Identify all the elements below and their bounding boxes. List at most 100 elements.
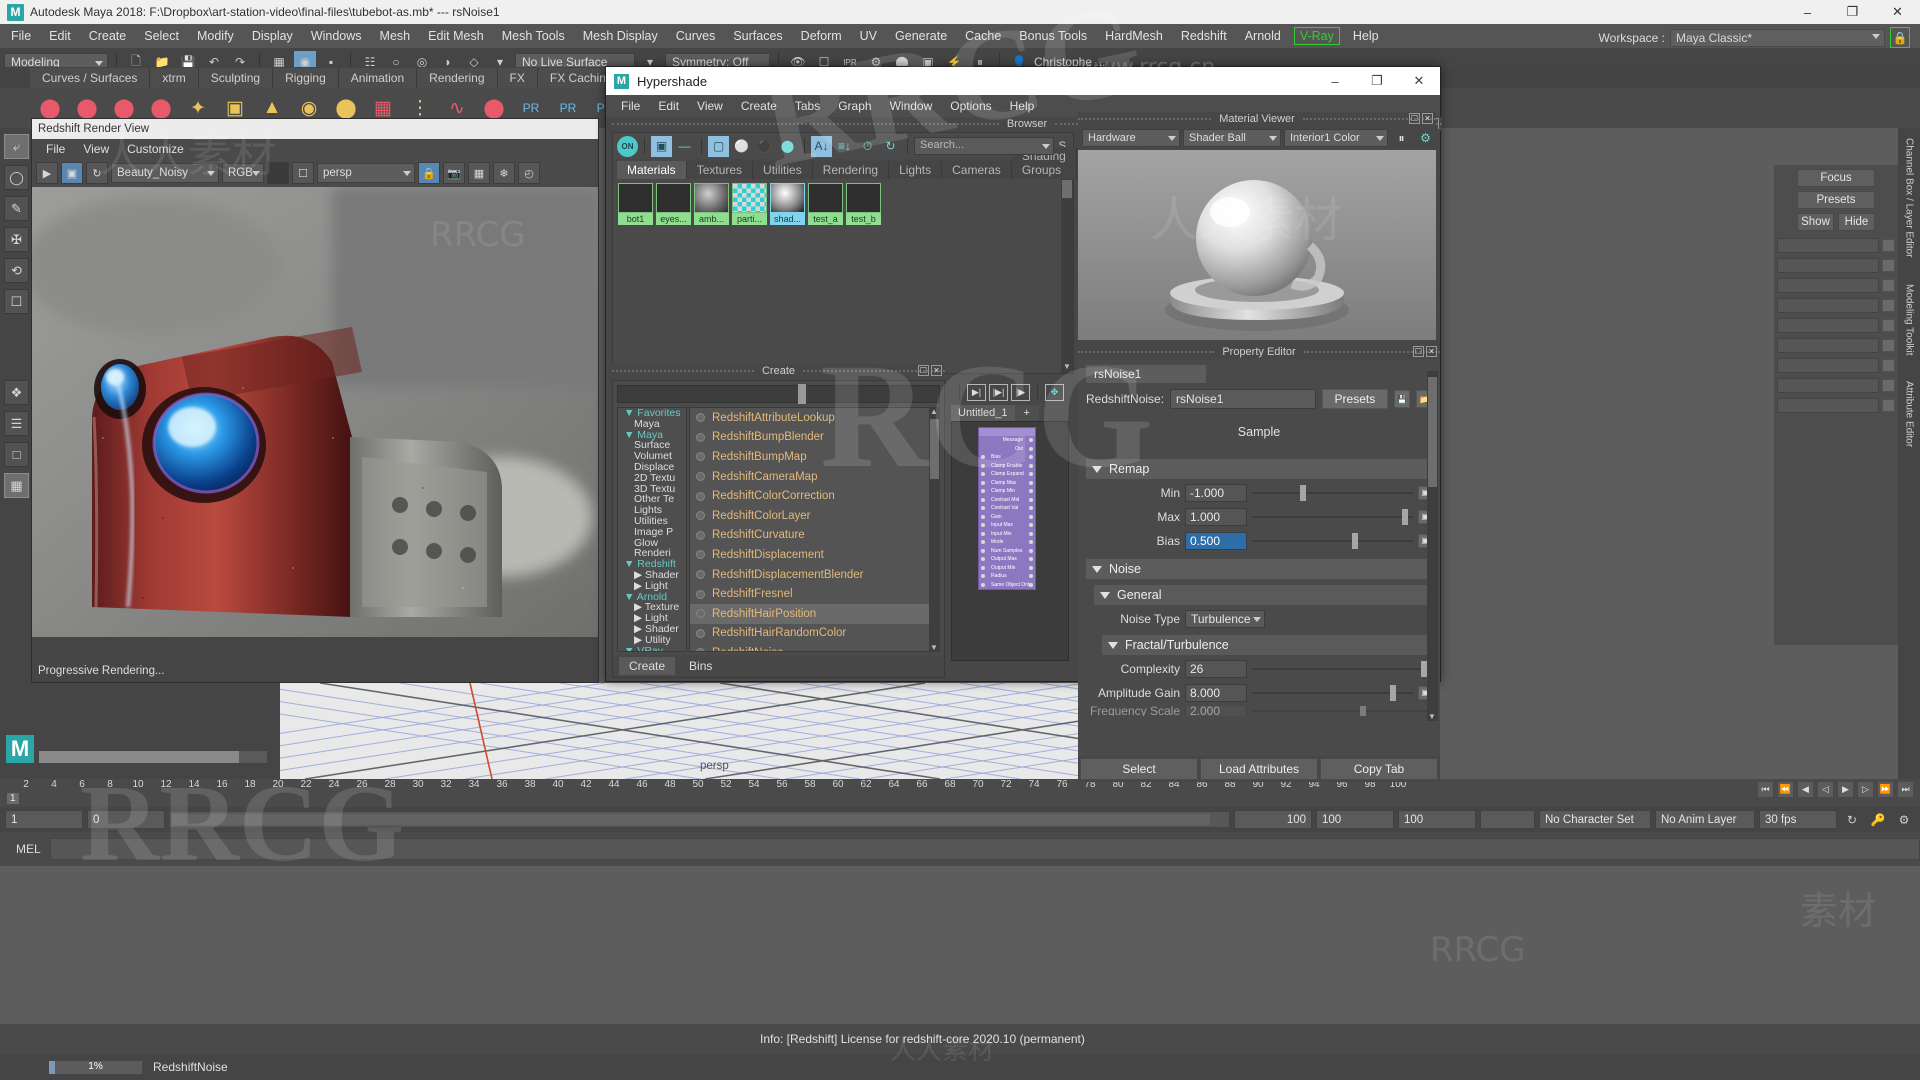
port-output-dot[interactable]: [1029, 438, 1033, 442]
graph-node-port[interactable]: Bias: [979, 453, 1035, 462]
sort-type-icon[interactable]: ≡↓: [834, 136, 855, 157]
create-node-item[interactable]: RedshiftHairPosition: [690, 603, 938, 624]
port-input-dot[interactable]: [981, 582, 985, 587]
tab-utilities[interactable]: Utilities: [753, 161, 813, 179]
hs-menu-view[interactable]: View: [688, 97, 732, 115]
graph-node-port[interactable]: Output Max: [979, 555, 1035, 564]
menu-arnold[interactable]: Arnold: [1236, 26, 1290, 46]
port-input-dot[interactable]: [981, 455, 985, 459]
undock-icon[interactable]: ☐: [1413, 346, 1424, 357]
create-tree-item[interactable]: Image P: [618, 526, 686, 538]
port-output-dot[interactable]: [1029, 463, 1033, 468]
renderer-dropdown[interactable]: Hardware: [1082, 129, 1180, 147]
create-node-list[interactable]: RedshiftAttributeLookup RedshiftBumpBlend…: [689, 407, 939, 652]
lock-render-icon[interactable]: 🔒: [418, 162, 440, 184]
graph-output-connections-icon[interactable]: |▶: [1011, 383, 1030, 401]
menu-cache[interactable]: Cache: [956, 26, 1010, 46]
sort-reverse-icon[interactable]: ↻: [880, 136, 901, 157]
create-node-item[interactable]: RedshiftCameraMap: [690, 467, 938, 487]
step-back-key-icon[interactable]: ⏪: [1777, 781, 1794, 798]
section-noise[interactable]: Noise: [1086, 559, 1432, 579]
menu-bonus-tools[interactable]: Bonus Tools: [1010, 26, 1096, 46]
material-swatch[interactable]: amb...: [694, 183, 729, 225]
render-view-menu-view[interactable]: View: [74, 140, 118, 158]
port-input-dot[interactable]: [981, 480, 985, 485]
anim-start-field[interactable]: 0: [87, 810, 165, 829]
port-input-dot[interactable]: [981, 540, 985, 544]
material-swatch-selected[interactable]: shad...: [770, 183, 805, 225]
swatch-size-large-icon[interactable]: ⚫: [754, 136, 775, 157]
dock-tab-channel-box[interactable]: Channel Box / Layer Editor: [1904, 138, 1915, 258]
tab-rendering[interactable]: Rendering: [812, 161, 890, 179]
mel-input[interactable]: [50, 838, 1920, 860]
attribute-row[interactable]: [1774, 235, 1898, 255]
step-forward-icon[interactable]: ▷: [1857, 781, 1874, 798]
camera-dropdown[interactable]: persp: [317, 163, 415, 183]
menu-mesh-tools[interactable]: Mesh Tools: [493, 26, 574, 46]
auto-key-icon[interactable]: 🔑: [1867, 809, 1889, 831]
create-tree-item[interactable]: ▼ VRay: [618, 645, 686, 651]
lasso-tool-icon[interactable]: ◯: [4, 165, 29, 190]
hs-menu-graph[interactable]: Graph: [829, 97, 880, 115]
go-to-start-icon[interactable]: ⏮: [1757, 781, 1774, 798]
region-tool-icon[interactable]: ◴: [518, 162, 540, 184]
create-node-item[interactable]: RedshiftAttributeLookup: [690, 408, 938, 428]
attr-field-frequency-scale[interactable]: 2.000: [1185, 706, 1247, 716]
material-swatch[interactable]: eyes...: [656, 183, 691, 225]
paint-select-tool-icon[interactable]: ✎: [4, 196, 29, 221]
port-output-dot[interactable]: [1029, 531, 1033, 536]
hypershade-close-button[interactable]: ✕: [1398, 67, 1440, 95]
port-output-dot[interactable]: [1029, 574, 1033, 578]
port-output-dot[interactable]: [1029, 446, 1033, 451]
color-swatch-icon[interactable]: [267, 162, 289, 184]
attr-field-complexity[interactable]: 26: [1185, 659, 1247, 678]
graph-input-output-icon[interactable]: |▶|: [989, 383, 1008, 401]
attribute-row[interactable]: [1774, 295, 1898, 315]
section-fractal-turbulence[interactable]: Fractal/Turbulence: [1102, 635, 1432, 655]
crop-region-icon[interactable]: ☐: [292, 162, 314, 184]
undock-icon[interactable]: ☐: [1409, 113, 1420, 124]
show-button[interactable]: Show: [1797, 213, 1834, 231]
range-bar[interactable]: [169, 811, 1230, 828]
footer-tab-bins[interactable]: Bins: [679, 657, 722, 675]
create-node-item[interactable]: RedshiftDisplacement: [690, 545, 938, 565]
graph-node-port[interactable]: Clamp Expand: [979, 470, 1035, 479]
hs-menu-window[interactable]: Window: [881, 97, 942, 115]
close-button[interactable]: ✕: [1875, 0, 1920, 24]
create-list-scrollbar[interactable]: ▲ ▼: [929, 407, 940, 652]
material-swatch[interactable]: parti...: [732, 183, 767, 225]
viewport-scrub-slider[interactable]: [38, 750, 268, 764]
tab-materials[interactable]: Materials: [617, 161, 687, 179]
attribute-row[interactable]: [1774, 275, 1898, 295]
port-input-dot[interactable]: [981, 489, 985, 493]
step-forward-key-icon[interactable]: ⏩: [1877, 781, 1894, 798]
rotate-tool-icon[interactable]: ⟲: [4, 258, 29, 283]
material-viewer-render[interactable]: [1078, 150, 1436, 340]
menu-file[interactable]: File: [2, 26, 40, 46]
attr-field-min[interactable]: -1.000: [1185, 483, 1247, 502]
attribute-row[interactable]: [1774, 335, 1898, 355]
attribute-row[interactable]: [1774, 395, 1898, 415]
port-input-dot[interactable]: [981, 497, 985, 502]
hs-menu-edit[interactable]: Edit: [649, 97, 688, 115]
hs-menu-options[interactable]: Options: [941, 97, 1000, 115]
sort-time-icon[interactable]: ⏱: [857, 136, 878, 157]
footer-tab-create[interactable]: Create: [619, 657, 676, 675]
menu-uv[interactable]: UV: [851, 26, 886, 46]
scroll-down-icon[interactable]: ▼: [930, 643, 938, 652]
menu-edit[interactable]: Edit: [40, 26, 80, 46]
port-output-dot[interactable]: [1029, 540, 1033, 544]
graph-node-port[interactable]: Input Min: [979, 530, 1035, 539]
hypershade-maximize-button[interactable]: ❐: [1356, 67, 1398, 95]
power-on-icon[interactable]: ON: [617, 135, 638, 157]
render-pass-dropdown[interactable]: Beauty_Noisy: [111, 163, 219, 183]
hide-button[interactable]: Hide: [1838, 213, 1875, 231]
hs-menu-create[interactable]: Create: [732, 97, 786, 115]
render-view-menu-file[interactable]: File: [37, 140, 74, 158]
port-output-dot[interactable]: [1029, 489, 1033, 493]
create-node-item[interactable]: RedshiftHairRandomColor: [690, 624, 938, 644]
graph-node-port[interactable]: Num Samples: [979, 547, 1035, 556]
create-node-item[interactable]: RedshiftDisplacementBlender: [690, 565, 938, 585]
property-editor-tab[interactable]: rsNoise1: [1086, 365, 1206, 383]
move-tool-icon[interactable]: ✠: [4, 227, 29, 252]
